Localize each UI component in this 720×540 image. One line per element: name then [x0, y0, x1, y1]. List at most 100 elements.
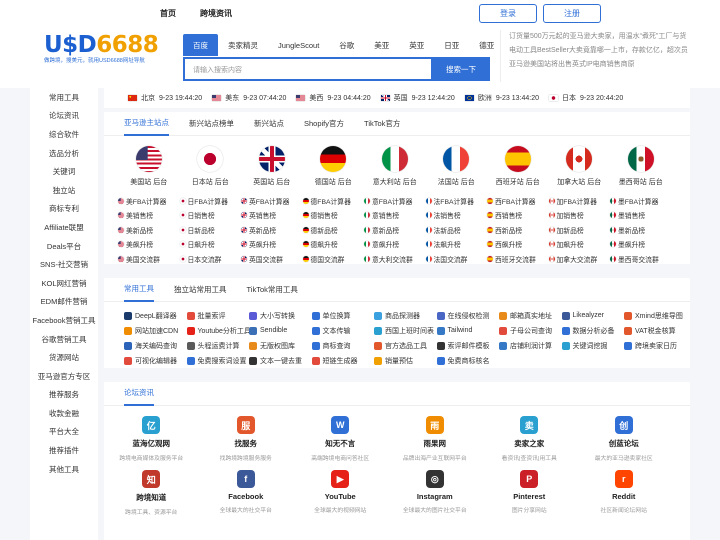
forum-item[interactable]: 创创蓝论坛 最大的亚马逊卖家社区	[577, 416, 672, 462]
amazon-site[interactable]: 意大利站 后台	[364, 146, 426, 187]
search-tab[interactable]: 百度	[183, 34, 218, 56]
tool-link[interactable]: 文本传输	[311, 325, 375, 336]
site-link[interactable]: 意大利交流群	[364, 253, 426, 264]
tool-link[interactable]: VAT税金核算	[624, 325, 687, 336]
sidebar-item[interactable]: KOL网红营销	[30, 274, 98, 293]
sidebar-item[interactable]: SNS-社交营销	[30, 255, 98, 274]
amazon-site[interactable]: 德国站 后台	[303, 146, 365, 187]
site-link[interactable]: 美销售榜	[118, 210, 180, 221]
amazon-site[interactable]: 西班牙站 后台	[487, 146, 549, 187]
tool-link[interactable]: 批量索评	[186, 310, 250, 321]
site-link[interactable]: 英新品榜	[241, 224, 303, 235]
sidebar-item[interactable]: Deals平台	[30, 237, 98, 256]
site-link[interactable]: 英飙升榜	[241, 239, 303, 250]
tool-link[interactable]: Tailwind	[436, 325, 500, 336]
amazon-tab[interactable]: 亚马逊主站点	[124, 112, 169, 136]
forum-item[interactable]: 卖卖家之家 看资讯|查资讯|用工具	[482, 416, 577, 462]
tool-link[interactable]: 免费搜索词设置	[186, 355, 250, 366]
tab-forum-news[interactable]: 论坛资讯	[124, 382, 154, 406]
site-link[interactable]: 法飙升榜	[425, 239, 488, 250]
nav-home[interactable]: 首页	[160, 8, 176, 19]
tool-tab[interactable]: 常用工具	[124, 278, 154, 302]
sidebar-item[interactable]: 推荐服务	[30, 386, 98, 405]
tool-link[interactable]: 头程运费计算	[186, 340, 250, 351]
register-button[interactable]: 注册	[543, 4, 601, 23]
tool-link[interactable]: 商标查询	[311, 340, 375, 351]
tool-link[interactable]: 索评邮件模板	[436, 340, 500, 351]
forum-item[interactable]: 知跨境知道 跨境工具、资源平台	[104, 470, 199, 516]
tool-link[interactable]: 免费商标核名	[436, 355, 500, 366]
sidebar-item[interactable]: 商标专利	[30, 200, 98, 219]
search-input[interactable]: 请输入搜索内容	[183, 57, 433, 81]
site-link[interactable]: 墨FBA计算器	[610, 195, 672, 206]
site-link[interactable]: 法新品榜	[425, 224, 488, 235]
site-logo[interactable]: U$D6688	[44, 32, 159, 58]
sidebar-item[interactable]: 平台大全	[30, 423, 98, 442]
sidebar-item[interactable]: EDM邮件营销	[30, 293, 98, 312]
sidebar-item[interactable]: 推荐插件	[30, 441, 98, 460]
forum-item[interactable]: ▶ YouTube 全球最大的视频网站	[293, 470, 388, 516]
site-link[interactable]: 加FBA计算器	[548, 195, 611, 206]
tool-tab[interactable]: 独立站常用工具	[174, 278, 227, 302]
nav-crossborder-news[interactable]: 跨境资讯	[200, 8, 232, 19]
site-link[interactable]: 法FBA计算器	[425, 195, 488, 206]
tool-link[interactable]: 商品探测器	[374, 310, 437, 321]
site-link[interactable]: 意新品榜	[364, 224, 426, 235]
site-link[interactable]: 墨飙升榜	[610, 239, 672, 250]
search-tab[interactable]: 英亚	[399, 34, 434, 56]
forum-item[interactable]: 雨雨果网 品牌出海产业互联网平台	[388, 416, 483, 462]
sidebar-item[interactable]: 常用工具	[30, 88, 98, 107]
site-link[interactable]: 美FBA计算器	[118, 195, 180, 206]
tool-link[interactable]: 海关编码查询	[124, 340, 187, 351]
forum-item[interactable]: f Facebook 全球最大的社交平台	[199, 470, 294, 516]
search-tab[interactable]: JungleScout	[268, 34, 329, 56]
site-link[interactable]: 法销售榜	[425, 210, 488, 221]
site-link[interactable]: 加新品榜	[548, 224, 611, 235]
tool-link[interactable]: Likealyzer	[561, 310, 625, 321]
tool-link[interactable]: Xmind思维导图	[624, 310, 687, 321]
tool-link[interactable]: DeepL翻译器	[124, 310, 187, 321]
sidebar-item[interactable]: 综合软件	[30, 125, 98, 144]
amazon-tab[interactable]: 新兴站点榜单	[189, 112, 234, 136]
amazon-tab[interactable]: 新兴站点	[254, 112, 284, 136]
site-link[interactable]: 意飙升榜	[364, 239, 426, 250]
tool-link[interactable]: 在线侵权检测	[436, 310, 500, 321]
site-link[interactable]: 日飙升榜	[179, 239, 242, 250]
site-link[interactable]: 德飙升榜	[302, 239, 365, 250]
amazon-site[interactable]: 日本站 后台	[180, 146, 242, 187]
tool-link[interactable]: 数据分析必备	[561, 325, 625, 336]
site-link[interactable]: 加销售榜	[548, 210, 611, 221]
site-link[interactable]: 意FBA计算器	[364, 195, 426, 206]
site-link[interactable]: 加拿大交流群	[548, 253, 611, 264]
amazon-site[interactable]: 法国站 后台	[426, 146, 488, 187]
tool-link[interactable]: 网站加速CDN	[124, 325, 187, 336]
site-link[interactable]: 美国交流群	[118, 253, 180, 264]
forum-item[interactable]: ◎ Instagram 全球最大的图片社交平台	[388, 470, 483, 516]
tool-link[interactable]: Youtube分析工具	[186, 325, 249, 336]
forum-item[interactable]: 亿蓝海亿观网 跨境电商媒体及服务平台	[104, 416, 199, 462]
search-tab[interactable]: 美亚	[364, 34, 399, 56]
tool-link[interactable]: 西国上班时间表	[374, 325, 437, 336]
sidebar-item[interactable]: Affiliate联盟	[30, 218, 98, 237]
amazon-tab[interactable]: TikTok官方	[364, 112, 400, 136]
site-link[interactable]: 德FBA计算器	[302, 195, 365, 206]
site-link[interactable]: 美飙升榜	[118, 239, 180, 250]
amazon-site[interactable]: 墨西哥站 后台	[610, 146, 672, 187]
sidebar-item[interactable]: 其他工具	[30, 460, 98, 479]
site-link[interactable]: 日FBA计算器	[179, 195, 242, 206]
site-link[interactable]: 墨销售榜	[610, 210, 672, 221]
site-link[interactable]: 西FBA计算器	[487, 195, 549, 206]
search-button[interactable]: 搜索一下	[432, 57, 490, 81]
tool-link[interactable]: 子母公司查询	[499, 325, 562, 336]
site-link[interactable]: 日本交流群	[179, 253, 242, 264]
site-link[interactable]: 日新品榜	[179, 224, 242, 235]
tool-link[interactable]: 可视化编辑器	[124, 355, 187, 366]
site-link[interactable]: 西飙升榜	[487, 239, 549, 250]
sidebar-item[interactable]: 亚马逊官方专区	[30, 367, 98, 386]
tool-link[interactable]: 销量预估	[374, 355, 437, 366]
site-link[interactable]: 德国交流群	[302, 253, 365, 264]
site-link[interactable]: 墨西哥交流群	[610, 253, 672, 264]
amazon-site[interactable]: 英国站 后台	[241, 146, 303, 187]
login-button[interactable]: 登录	[479, 4, 537, 23]
news-item[interactable]: 亚马逊美国站将出售英式IP电商销售商原	[509, 58, 690, 72]
